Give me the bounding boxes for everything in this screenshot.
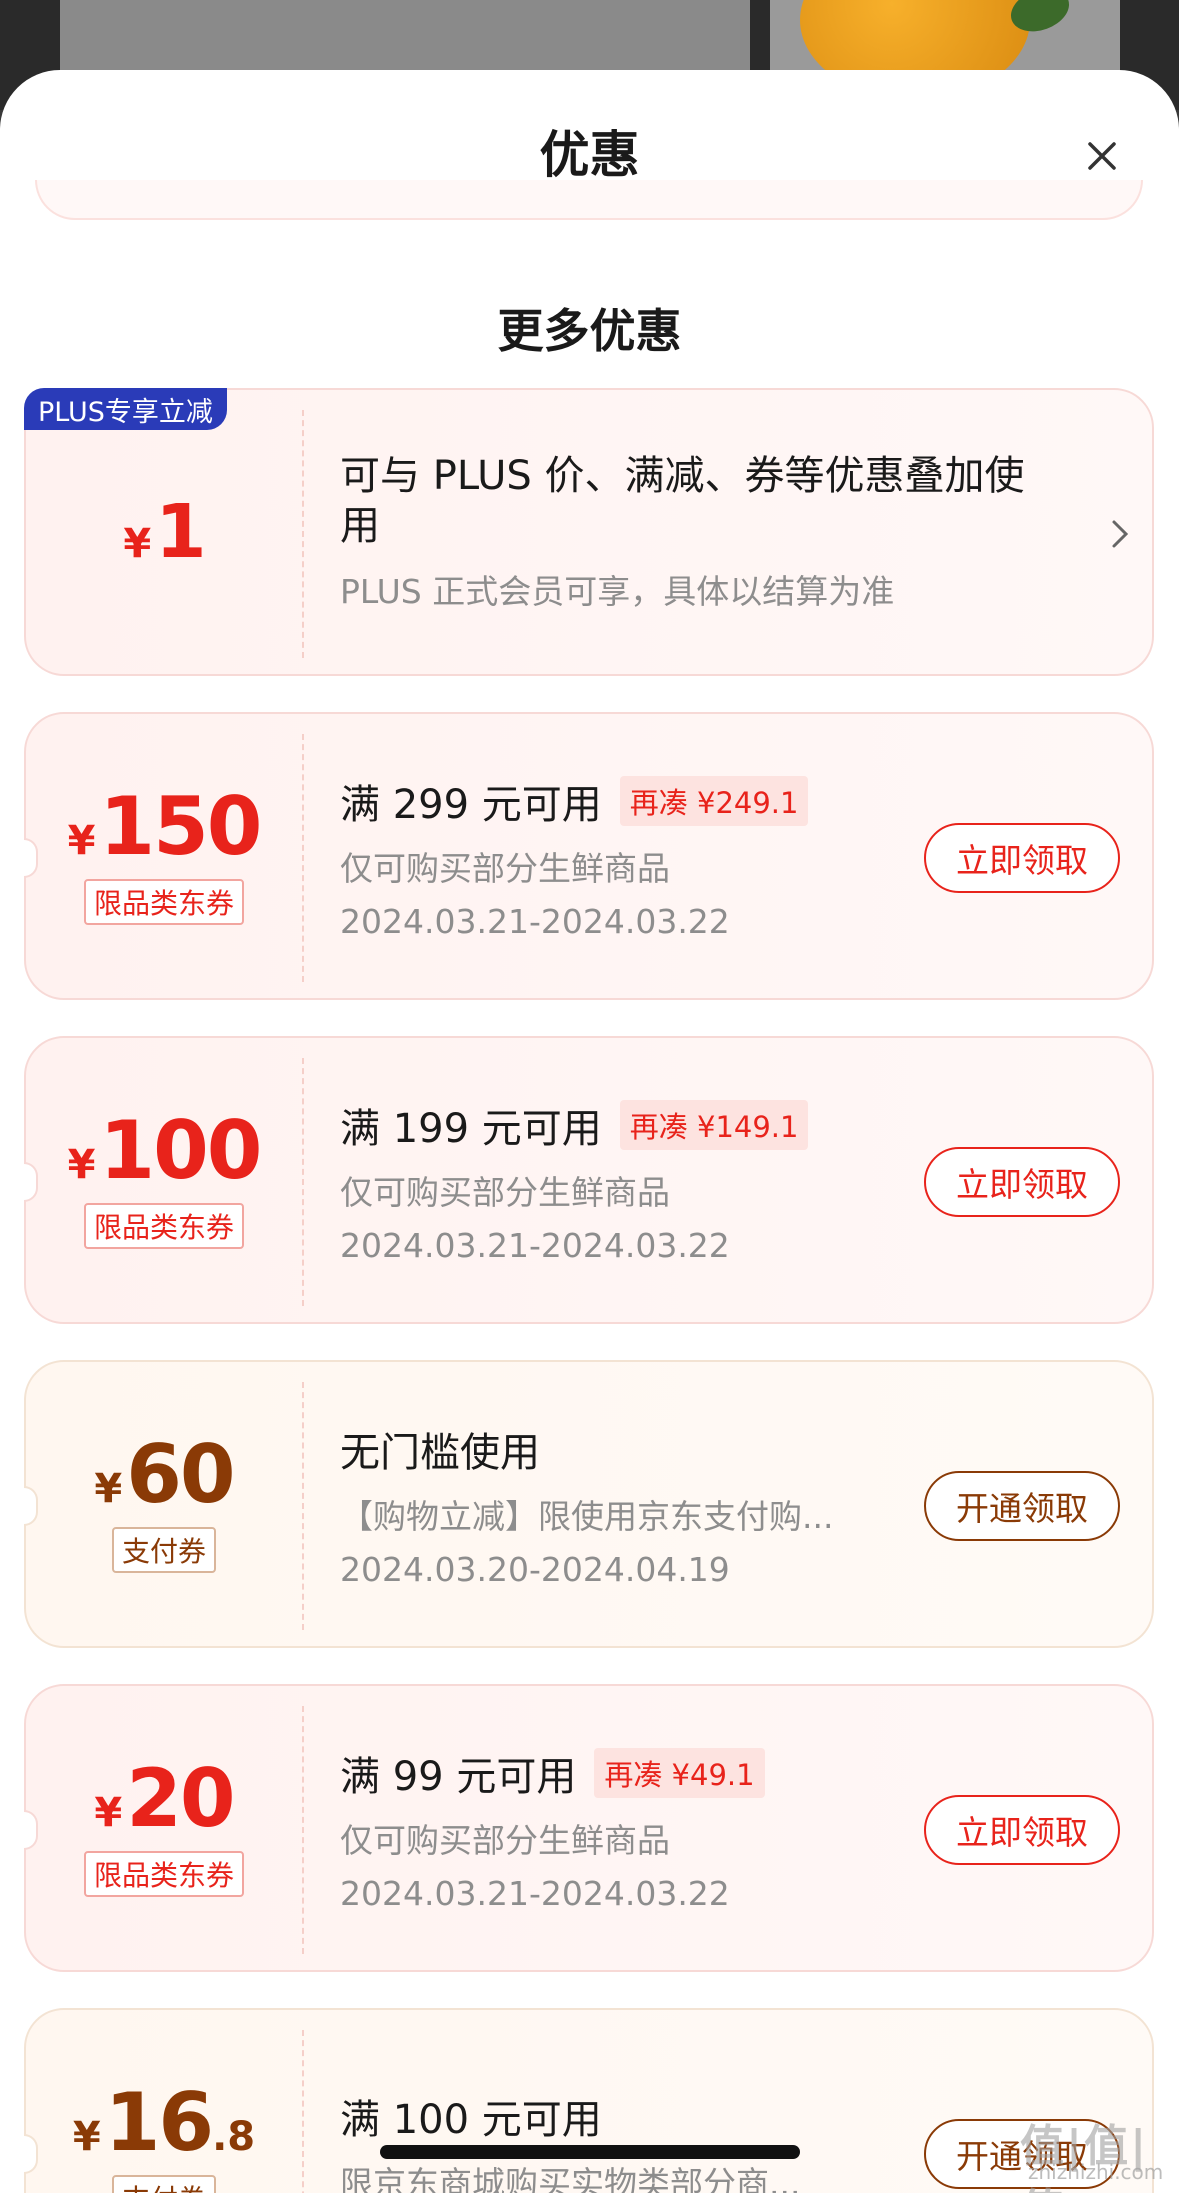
activate-claim-button[interactable]: 开通领取	[924, 1471, 1120, 1541]
coupon-info: 满 100 元可用 限京东商城购买实物类部分商...	[340, 2010, 900, 2193]
condition-row: 满 299 元可用 再凑 ¥249.1	[340, 772, 900, 830]
coupon-validity-date: 2024.03.21-2024.03.22	[340, 901, 730, 941]
coupon-validity-date: 2024.03.21-2024.03.22	[340, 1873, 730, 1913]
condition-row: 满 100 元可用	[340, 2087, 900, 2145]
coupon-amount: ¥ 1	[123, 489, 206, 575]
condition-row: 满 99 元可用 再凑 ¥49.1	[340, 1744, 900, 1802]
amount-value: 20	[126, 1752, 235, 1845]
coupon-condition: 满 199 元可用	[340, 1105, 602, 1152]
coupon-type-tag: 限品类东券	[83, 1851, 244, 1897]
close-icon[interactable]	[1078, 132, 1126, 180]
coupon-type-tag: 支付券	[111, 1527, 216, 1573]
coupon-amount: ¥ 16 .8	[73, 2083, 255, 2163]
amount-value: 60	[126, 1428, 235, 1521]
coupon-card: ¥ 150 限品类东券 满 299 元可用 再凑 ¥249.1 仅可购买部分生鲜…	[24, 712, 1154, 1000]
previous-coupon-card-edge	[35, 180, 1143, 220]
amount-value: 1	[155, 489, 206, 575]
amount-value: 100	[99, 1104, 262, 1197]
coupon-description: 仅可购买部分生鲜商品	[340, 848, 670, 888]
coupon-amount-area: ¥ 60 支付券	[26, 1362, 302, 1646]
currency-symbol: ¥	[94, 1466, 123, 1512]
coupon-divider	[302, 2030, 304, 2193]
coupon-amount-area: ¥ 20 限品类东券	[26, 1686, 302, 1970]
coupon-validity-date: 2024.03.21-2024.03.22	[340, 1225, 730, 1265]
home-indicator[interactable]	[380, 2145, 800, 2159]
section-title: 更多优惠	[497, 304, 682, 358]
coupon-divider	[302, 1382, 304, 1630]
coupon-info: 无门槛使用 【购物立减】限使用京东支付购... 2024.03.20-2024.…	[340, 1362, 900, 1646]
sheet-title: 优惠	[539, 126, 640, 184]
watermark-url: zhizhizhi.com	[1028, 2160, 1164, 2184]
coupon-condition: 无门槛使用	[340, 1429, 540, 1476]
coupon-info: 满 199 元可用 再凑 ¥149.1 仅可购买部分生鲜商品 2024.03.2…	[340, 1038, 900, 1322]
discount-sheet: 优惠 更多优惠 PLUS专享立减 ¥ 1 可与 PLUS 价、满减、券等优惠叠加…	[0, 70, 1179, 2193]
coupon-card: ¥ 100 限品类东券 满 199 元可用 再凑 ¥149.1 仅可购买部分生鲜…	[24, 1036, 1154, 1324]
remaining-amount-badge: 再凑 ¥249.1	[619, 775, 809, 826]
plus-note: PLUS 正式会员可享，具体以结算为准	[340, 572, 895, 611]
remaining-amount-badge: 再凑 ¥49.1	[594, 1747, 765, 1798]
coupon-description: 仅可购买部分生鲜商品	[340, 1820, 670, 1860]
coupon-card: ¥ 20 限品类东券 满 99 元可用 再凑 ¥49.1 仅可购买部分生鲜商品 …	[24, 1684, 1154, 1972]
coupon-info: 满 99 元可用 再凑 ¥49.1 仅可购买部分生鲜商品 2024.03.21-…	[340, 1686, 900, 1970]
coupon-card: ¥ 60 支付券 无门槛使用 【购物立减】限使用京东支付购... 2024.03…	[24, 1360, 1154, 1648]
coupon-amount: ¥ 20	[94, 1752, 235, 1845]
coupon-type-tag: 支付券	[111, 2175, 216, 2193]
coupon-amount: ¥ 100	[67, 1104, 263, 1197]
currency-symbol: ¥	[123, 521, 152, 567]
amount-value: 16	[104, 2076, 214, 2169]
claim-button[interactable]: 立即领取	[924, 1795, 1120, 1865]
coupon-amount-area: ¥ 100 限品类东券	[26, 1038, 302, 1322]
amount-value: 150	[99, 780, 262, 873]
coupon-type-tag: 限品类东券	[83, 879, 244, 925]
coupon-amount-area: ¥ 1	[26, 390, 302, 674]
coupon-validity-date: 2024.03.20-2024.04.19	[340, 1549, 730, 1589]
coupon-description: 【购物立减】限使用京东支付购...	[340, 1496, 834, 1536]
plus-discount-card[interactable]: PLUS专享立减 ¥ 1 可与 PLUS 价、满减、券等优惠叠加使用 PLUS …	[24, 388, 1154, 676]
coupon-amount-area: ¥ 16 .8 支付券	[26, 2010, 302, 2193]
coupon-divider	[302, 410, 304, 658]
coupon-amount-area: ¥ 150 限品类东券	[26, 714, 302, 998]
condition-row: 无门槛使用	[340, 1420, 900, 1478]
coupon-card: ¥ 16 .8 支付券 满 100 元可用 限京东商城购买实物类部分商... 开…	[24, 2008, 1154, 2193]
currency-symbol: ¥	[67, 818, 96, 864]
coupon-divider	[302, 734, 304, 982]
coupon-condition: 满 99 元可用	[340, 1753, 577, 1800]
coupon-divider	[302, 1058, 304, 1306]
chevron-right-icon[interactable]	[1106, 510, 1136, 558]
amount-decimal: .8	[212, 2114, 256, 2160]
coupon-amount: ¥ 150	[67, 780, 263, 873]
claim-button[interactable]: 立即领取	[924, 1147, 1120, 1217]
coupon-condition: 满 299 元可用	[340, 781, 602, 828]
remaining-amount-badge: 再凑 ¥149.1	[619, 1099, 809, 1150]
coupon-info: 可与 PLUS 价、满减、券等优惠叠加使用 PLUS 正式会员可享，具体以结算为…	[340, 390, 1080, 674]
coupon-type-tag: 限品类东券	[83, 1203, 244, 1249]
coupon-description: 仅可购买部分生鲜商品	[340, 1172, 670, 1212]
currency-symbol: ¥	[67, 1142, 96, 1188]
currency-symbol: ¥	[72, 2114, 101, 2160]
condition-row: 满 199 元可用 再凑 ¥149.1	[340, 1096, 900, 1154]
currency-symbol: ¥	[94, 1790, 123, 1836]
plus-description: 可与 PLUS 价、满减、券等优惠叠加使用	[340, 453, 1025, 549]
coupon-condition: 满 100 元可用	[340, 2097, 602, 2143]
coupon-divider	[302, 1706, 304, 1954]
coupon-description: 限京东商城购买实物类部分商...	[340, 2164, 801, 2193]
claim-button[interactable]: 立即领取	[924, 823, 1120, 893]
coupon-amount: ¥ 60	[94, 1428, 235, 1521]
coupon-info: 满 299 元可用 再凑 ¥249.1 仅可购买部分生鲜商品 2024.03.2…	[340, 714, 900, 998]
